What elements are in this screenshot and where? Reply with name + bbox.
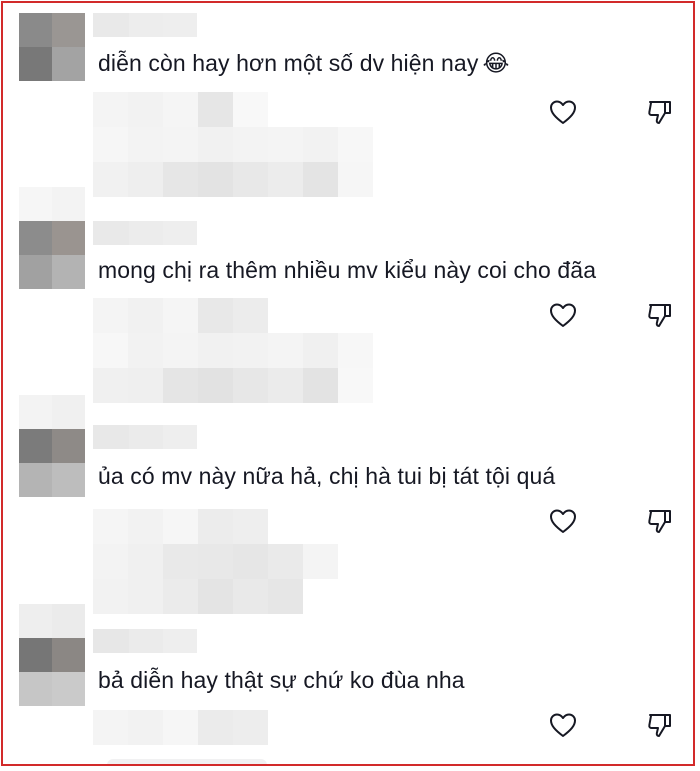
username-blurred[interactable]	[93, 13, 197, 37]
reply-preview-blurred[interactable]	[93, 92, 373, 197]
avatar[interactable]	[19, 13, 85, 81]
like-button[interactable]	[546, 505, 580, 537]
heart-outline-icon	[550, 303, 576, 327]
like-button[interactable]	[546, 96, 580, 128]
username-blurred[interactable]	[93, 221, 197, 245]
dislike-button[interactable]	[643, 505, 677, 537]
comment-text: diễn còn hay hơn một số dv hiện nay 😂	[98, 50, 510, 76]
heart-outline-icon	[550, 100, 576, 124]
heart-outline-icon	[550, 509, 576, 533]
laughing-emoji: 😂	[482, 50, 510, 76]
thumbs-down-outline-icon	[648, 101, 671, 124]
blurred-fragment	[19, 395, 85, 429]
dislike-button[interactable]	[643, 709, 677, 741]
avatar[interactable]	[19, 221, 85, 289]
blurred-fragment	[19, 604, 85, 638]
comment-text: mong chị ra thêm nhiều mv kiểu này coi c…	[98, 257, 597, 283]
username-blurred[interactable]	[93, 629, 197, 653]
thumbs-down-outline-icon	[648, 510, 671, 533]
dislike-button[interactable]	[643, 96, 677, 128]
reply-preview-blurred[interactable]	[93, 710, 268, 745]
like-button[interactable]	[546, 709, 580, 741]
dislike-button[interactable]	[643, 299, 677, 331]
blurred-fragment	[19, 187, 85, 221]
comment-text: bả diễn hay thật sự chứ ko đùa nha	[98, 667, 465, 693]
thumbs-down-outline-icon	[648, 304, 671, 327]
thumbs-down-outline-icon	[648, 714, 671, 737]
blurred-reply-bar	[107, 759, 267, 764]
avatar[interactable]	[19, 638, 85, 706]
reply-preview-blurred[interactable]	[93, 298, 373, 403]
like-button[interactable]	[546, 299, 580, 331]
heart-outline-icon	[550, 713, 576, 737]
username-blurred[interactable]	[93, 425, 197, 449]
reply-preview-blurred[interactable]	[93, 509, 373, 614]
comment-text: ủa có mv này nữa hả, chị hà tui bị tát t…	[98, 463, 556, 489]
comment-list: diễn còn hay hơn một số dv hiện nay 😂 mo…	[1, 1, 695, 766]
avatar[interactable]	[19, 429, 85, 497]
